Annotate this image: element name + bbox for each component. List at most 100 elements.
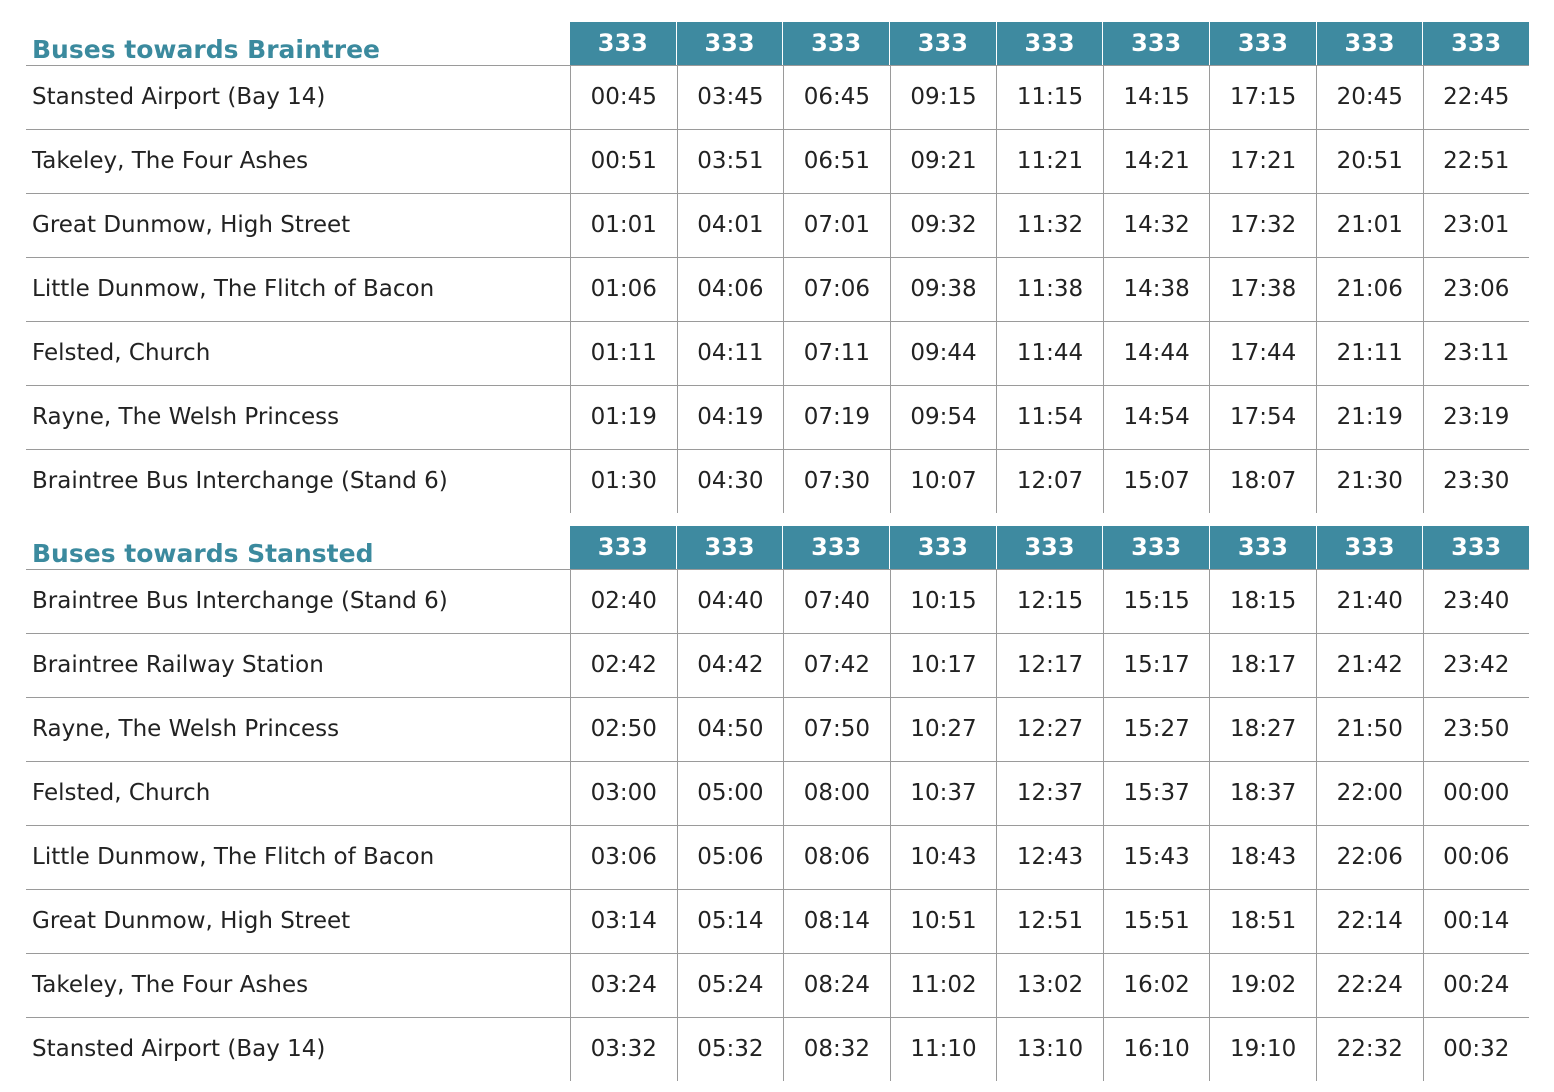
departure-time: 09:44 [889,322,997,385]
departure-time: 03:24 [570,954,677,1017]
departure-times: 02:50 04:50 07:50 10:27 12:27 15:27 18:27 21:50… [570,698,1529,761]
departure-time: 00:32 [1422,1018,1530,1081]
departure-time: 13:02 [996,954,1103,1017]
stop-name: Little Dunmow, The Flitch of Bacon [32,276,435,302]
departure-time: 21:19 [1315,386,1423,449]
departure-time: 17:44 [1209,322,1316,385]
departure-times: 03:06 05:06 08:06 10:43 12:43 15:43 18:43 22:06… [570,826,1529,889]
departure-times: 00:51 03:51 06:51 09:21 11:21 14:21 17:21 20:51… [570,130,1529,193]
departure-times: 01:19 04:19 07:19 09:54 11:54 14:54 17:54 21:19… [570,386,1529,449]
route-number: 333 [597,29,648,57]
departure-time: 15:17 [1102,634,1210,697]
table-row: Stansted Airport (Bay 14) 00:45 03:45 06:45… [26,66,1529,130]
stop-name: Rayne, The Welsh Princess [32,716,340,742]
departure-time: 21:50 [1315,698,1423,761]
departure-time: 23:01 [1422,194,1530,257]
departure-time: 10:27 [889,698,997,761]
departure-time: 18:15 [1209,570,1316,633]
departure-time: 14:54 [1102,386,1210,449]
departure-time: 18:43 [1209,826,1316,889]
departure-time: 12:51 [996,890,1103,953]
route-number: 333 [782,22,889,65]
departure-time: 14:38 [1102,258,1210,321]
departure-time: 17:15 [1209,66,1316,129]
departure-time: 15:15 [1102,570,1210,633]
table-row: Great Dunmow, High Street 01:01 04:01 07:01… [26,194,1529,258]
departure-time: 23:11 [1422,322,1530,385]
departure-time: 05:32 [676,1018,784,1081]
departure-time: 14:21 [1102,130,1210,193]
departure-time: 07:19 [783,386,890,449]
stop-name: Felsted, Church [32,340,211,366]
section-title: Buses towards Braintree [32,35,380,64]
departure-time: 21:42 [1315,634,1423,697]
departure-time: 04:11 [676,322,784,385]
departure-time: 11:10 [889,1018,997,1081]
departure-time: 08:24 [783,954,890,1017]
departure-time: 01:11 [570,322,677,385]
departure-time: 16:10 [1102,1018,1210,1081]
departure-times: 03:14 05:14 08:14 10:51 12:51 15:51 18:51 22:14… [570,890,1529,953]
route-number: 333 [1315,526,1423,569]
departure-times: 01:06 04:06 07:06 09:38 11:38 14:38 17:38 21:06… [570,258,1529,321]
departure-time: 02:40 [570,570,677,633]
departure-time: 14:44 [1102,322,1210,385]
departure-time: 22:06 [1315,826,1423,889]
timetable-rows: Stansted Airport (Bay 14) 00:45 03:45 06:45… [26,66,1529,513]
departure-time: 00:14 [1422,890,1530,953]
departure-time: 08:06 [783,826,890,889]
departure-time: 23:19 [1422,386,1530,449]
departure-time: 12:27 [996,698,1103,761]
departure-time: 10:07 [889,450,997,513]
table-row: Little Dunmow, The Flitch of Bacon 03:06 0… [26,826,1529,890]
departure-time: 09:32 [889,194,997,257]
departure-time: 18:27 [1209,698,1316,761]
table-row: Braintree Railway Station 02:42 04:42 07:42… [26,634,1529,698]
timetable-header: Buses towards Braintree 333 333 333 333 … [26,22,1529,66]
departure-time: 15:43 [1102,826,1210,889]
departure-time: 18:37 [1209,762,1316,825]
departure-time: 18:51 [1209,890,1316,953]
departure-time: 12:37 [996,762,1103,825]
route-number: 333 [675,22,783,65]
departure-time: 12:17 [996,634,1103,697]
departure-time: 17:38 [1209,258,1316,321]
departure-time: 00:24 [1422,954,1530,1017]
departure-time: 18:07 [1209,450,1316,513]
route-number: 333 [1209,526,1316,569]
route-number: 333 [889,22,996,65]
stop-name: Braintree Bus Interchange (Stand 6) [32,468,448,494]
departure-time: 06:51 [783,130,890,193]
stop-name: Great Dunmow, High Street [32,212,351,238]
departure-times: 01:30 04:30 07:30 10:07 12:07 15:07 18:07 21:30… [570,450,1529,513]
departure-time: 17:32 [1209,194,1316,257]
departure-time: 02:50 [570,698,677,761]
departure-time: 10:17 [889,634,997,697]
departure-time: 11:38 [996,258,1103,321]
departure-time: 19:02 [1209,954,1316,1017]
route-number: 333 [1422,22,1529,65]
table-row: Braintree Bus Interchange (Stand 6) 02:40… [26,570,1529,634]
table-row: Braintree Bus Interchange (Stand 6) 01:30… [26,450,1529,513]
departure-time: 11:02 [889,954,997,1017]
departure-time: 11:15 [996,66,1103,129]
departure-time: 11:21 [996,130,1103,193]
stop-name: Takeley, The Four Ashes [32,148,309,174]
departure-time: 07:42 [783,634,890,697]
departure-time: 03:51 [676,130,784,193]
timetable-braintree: Buses towards Braintree 333 333 333 333 … [26,22,1529,513]
departure-time: 10:37 [889,762,997,825]
departure-time: 08:32 [783,1018,890,1081]
departure-time: 09:21 [889,130,997,193]
departure-times: 03:00 05:00 08:00 10:37 12:37 15:37 18:37 22:00… [570,762,1529,825]
departure-times: 02:40 04:40 07:40 10:15 12:15 15:15 18:15 21:40… [570,570,1529,633]
departure-time: 18:17 [1209,634,1316,697]
departure-time: 23:42 [1422,634,1530,697]
departure-time: 00:06 [1422,826,1530,889]
route-number: 333 [889,526,996,569]
departure-time: 04:01 [676,194,784,257]
departure-time: 22:32 [1315,1018,1423,1081]
departure-time: 15:27 [1102,698,1210,761]
departure-time: 01:01 [570,194,677,257]
table-row: Rayne, The Welsh Princess 01:19 04:19 07:19… [26,386,1529,450]
